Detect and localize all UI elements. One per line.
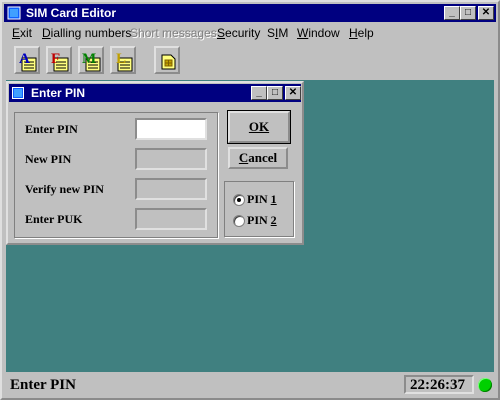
sim-card-icon bbox=[161, 54, 176, 70]
ok-button-label: OK bbox=[248, 119, 270, 134]
svg-text:F: F bbox=[51, 51, 60, 67]
pin-select-group: PIN 1 PIN 2 bbox=[224, 181, 294, 237]
enter-puk-input[interactable] bbox=[135, 208, 207, 230]
app-window: SIM Card Editor _ □ ✕ Exit Dialling numbe… bbox=[0, 0, 500, 400]
fixed-dialling-icon: F bbox=[51, 51, 69, 72]
toolbar-address-book-button[interactable]: A bbox=[14, 46, 40, 74]
status-text: Enter PIN bbox=[10, 377, 76, 393]
ok-button[interactable]: OK bbox=[227, 110, 291, 144]
menu-short-messages[interactable]: Short messages bbox=[130, 26, 217, 40]
clock: 22:26:37 bbox=[410, 377, 465, 393]
enter-pin-input[interactable] bbox=[135, 118, 207, 140]
menu-dialling-numbers[interactable]: Dialling numbers bbox=[42, 26, 131, 40]
verify-new-pin-label: Verify new PIN bbox=[25, 182, 104, 196]
new-pin-label: New PIN bbox=[25, 152, 72, 166]
toolbar-messages-button[interactable]: M bbox=[78, 46, 104, 74]
menu-security[interactable]: Security bbox=[217, 26, 260, 40]
status-light-icon bbox=[478, 378, 492, 392]
svg-text:A: A bbox=[19, 51, 30, 67]
minimize-icon: _ bbox=[449, 7, 455, 18]
pin-fields-group: Enter PIN New PIN Verify new PIN Enter P… bbox=[14, 112, 218, 238]
radio-selected-icon bbox=[233, 194, 245, 206]
window-title: SIM Card Editor bbox=[26, 6, 117, 20]
close-button[interactable]: ✕ bbox=[478, 6, 494, 20]
radio-unselected-icon bbox=[233, 215, 245, 227]
pin2-radio-label: PIN 2 bbox=[247, 213, 277, 227]
menu-exit[interactable]: Exit bbox=[12, 26, 32, 40]
enter-pin-dialog: Enter PIN _ □ ✕ Enter PIN New PIN Verify… bbox=[6, 81, 304, 245]
clock-panel: 22:26:37 bbox=[404, 375, 474, 394]
status-bar: Enter PIN 22:26:37 bbox=[4, 374, 496, 396]
svg-text:L: L bbox=[116, 51, 126, 67]
svg-text:M: M bbox=[82, 51, 96, 67]
menu-sim[interactable]: SIM bbox=[267, 26, 288, 40]
enter-puk-label: Enter PUK bbox=[25, 212, 83, 226]
dialog-title-bar[interactable]: Enter PIN _ □ ✕ bbox=[9, 84, 301, 102]
toolbar-last-numbers-button[interactable]: L bbox=[110, 46, 136, 74]
toolbar-sim-card-button[interactable] bbox=[154, 46, 180, 74]
maximize-icon: □ bbox=[271, 87, 279, 98]
dialog-minimize-button[interactable]: _ bbox=[251, 86, 267, 100]
close-icon: ✕ bbox=[288, 87, 298, 98]
sim-card-app-icon bbox=[7, 6, 21, 20]
cancel-button-label: Cancel bbox=[238, 150, 278, 165]
toolbar-fixed-dialling-button[interactable]: F bbox=[46, 46, 72, 74]
dialog-maximize-button[interactable]: □ bbox=[267, 86, 283, 100]
toolbar: A F M L bbox=[4, 44, 496, 78]
cancel-button[interactable]: Cancel bbox=[228, 147, 288, 169]
enter-pin-label: Enter PIN bbox=[25, 122, 78, 136]
messages-icon: M bbox=[82, 51, 101, 72]
minimize-button[interactable]: _ bbox=[444, 6, 460, 20]
address-book-icon: A bbox=[19, 51, 37, 72]
dialog-window-icon bbox=[12, 87, 24, 99]
menu-window[interactable]: Window bbox=[297, 26, 340, 40]
last-numbers-icon: L bbox=[116, 51, 133, 72]
maximize-icon: □ bbox=[464, 7, 472, 18]
dialog-title: Enter PIN bbox=[31, 86, 86, 100]
new-pin-input[interactable] bbox=[135, 148, 207, 170]
title-bar[interactable]: SIM Card Editor _ □ ✕ bbox=[4, 4, 496, 22]
menu-bar: Exit Dialling numbers Short messages Securi… bbox=[4, 23, 496, 43]
pin1-radio-label: PIN 1 bbox=[247, 192, 277, 206]
verify-new-pin-input[interactable] bbox=[135, 178, 207, 200]
maximize-button[interactable]: □ bbox=[460, 6, 476, 20]
minimize-icon: _ bbox=[256, 87, 262, 98]
dialog-close-button[interactable]: ✕ bbox=[285, 86, 301, 100]
close-icon: ✕ bbox=[481, 7, 491, 18]
menu-help[interactable]: Help bbox=[349, 26, 374, 40]
